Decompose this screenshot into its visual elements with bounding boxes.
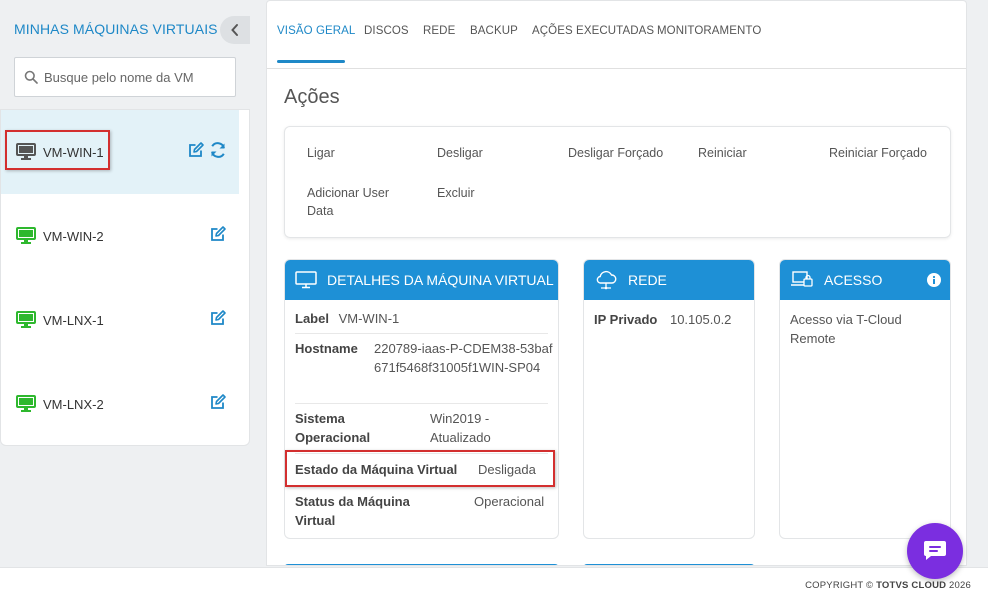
- monitor-icon: [16, 395, 36, 412]
- search-icon: [24, 70, 38, 84]
- detail-row-label: Label VM-WIN-1: [295, 300, 548, 334]
- monitor-icon: [16, 227, 36, 244]
- chat-button[interactable]: [907, 523, 963, 579]
- edit-icon[interactable]: [187, 141, 205, 159]
- detail-key: Status da Máquina Virtual: [295, 494, 410, 528]
- access-title: ACESSO: [824, 272, 883, 288]
- detail-row-state: Estado da Máquina Virtual Desligada: [295, 454, 548, 486]
- search-input[interactable]: [44, 69, 224, 85]
- action-excluir[interactable]: Excluir: [437, 184, 475, 202]
- actions-section-title: Ações: [284, 86, 340, 108]
- detail-row-hostname: Hostname 220789-iaas-P-CDEM38-53baf671f5…: [295, 334, 552, 404]
- info-icon[interactable]: [927, 273, 941, 287]
- vm-item-vm-lnx-2[interactable]: VM-LNX-2: [1, 362, 249, 446]
- detail-row-os: Sistema Operacional Win2019 - Atualizado: [295, 404, 548, 454]
- monitor-icon: [16, 143, 36, 160]
- copyright-text: COPYRIGHT © TOTVS CLOUD 2026: [805, 580, 971, 591]
- action-ligar[interactable]: Ligar: [307, 144, 335, 162]
- tab-acoes-executadas[interactable]: AÇÕES EXECUTADAS: [532, 25, 654, 37]
- vm-details-title: DETALHES DA MÁQUINA VIRTUAL: [327, 272, 554, 288]
- network-value: 10.105.0.2: [669, 312, 732, 327]
- next-panel-header-left: [284, 564, 559, 565]
- access-panel: ACESSO Acesso via T-Cloud Remote: [779, 259, 951, 539]
- vm-details-header: DETALHES DA MÁQUINA VIRTUAL: [285, 260, 558, 300]
- tab-discos[interactable]: DISCOS: [364, 25, 409, 37]
- detail-value: Operacional: [474, 494, 545, 509]
- detail-value: Win2019 - Atualizado: [430, 411, 491, 445]
- detail-value: Desligada: [478, 462, 536, 477]
- main-panel: VISÃO GERAL DISCOS REDE BACKUP AÇÕES EXE…: [266, 0, 967, 566]
- edit-icon[interactable]: [209, 225, 227, 243]
- detail-key: Hostname: [295, 341, 358, 356]
- tab-rede[interactable]: REDE: [423, 25, 455, 37]
- copyright-brand: TOTVS CLOUD: [876, 580, 947, 591]
- detail-key: Label: [295, 311, 329, 326]
- sidebar: MINHAS MÁQUINAS VIRTUAIS VM-WIN-1 VM-WIN…: [0, 0, 250, 566]
- cloud-network-icon: [596, 270, 617, 290]
- network-header: REDE: [584, 260, 754, 300]
- action-desligar-forcado[interactable]: Desligar Forçado: [568, 144, 663, 162]
- laptop-lock-icon: [791, 271, 813, 287]
- action-adicionar-user-data[interactable]: Adicionar User Data: [307, 184, 407, 220]
- copyright-prefix: COPYRIGHT ©: [805, 580, 877, 591]
- chat-icon: [924, 541, 946, 560]
- action-desligar[interactable]: Desligar: [437, 144, 483, 162]
- footer: COPYRIGHT © TOTVS CLOUD 2026: [0, 567, 988, 601]
- detail-key: Sistema Operacional: [295, 411, 371, 445]
- chevron-left-icon: [231, 24, 238, 36]
- vm-list: VM-WIN-1 VM-WIN-2 VM-LNX-1 VM-LNX-2: [0, 109, 250, 446]
- edit-icon[interactable]: [209, 393, 227, 411]
- network-row-ip: IP Privado 10.105.0.2: [594, 300, 744, 336]
- network-title: REDE: [628, 272, 667, 288]
- edit-icon[interactable]: [209, 309, 227, 327]
- access-text: Acesso via T-Cloud Remote: [790, 312, 902, 346]
- active-tab-indicator: [277, 60, 345, 63]
- monitor-icon: [295, 271, 317, 289]
- vm-label: VM-LNX-2: [43, 396, 104, 412]
- next-panel-header-right: [583, 564, 755, 565]
- action-reiniciar[interactable]: Reiniciar: [698, 144, 747, 162]
- monitor-icon: [16, 311, 36, 328]
- refresh-icon[interactable]: [209, 141, 227, 159]
- sidebar-title: MINHAS MÁQUINAS VIRTUAIS: [14, 21, 218, 37]
- collapse-sidebar-button[interactable]: [220, 16, 250, 44]
- tab-visao-geral[interactable]: VISÃO GERAL: [277, 25, 355, 37]
- tab-bar: VISÃO GERAL DISCOS REDE BACKUP AÇÕES EXE…: [267, 1, 966, 69]
- network-key: IP Privado: [594, 312, 658, 327]
- copyright-year: 2026: [946, 580, 971, 591]
- detail-key: Estado da Máquina Virtual: [295, 462, 458, 477]
- tab-monitoramento[interactable]: MONITORAMENTO: [657, 25, 761, 37]
- action-reiniciar-forcado[interactable]: Reiniciar Forçado: [829, 144, 927, 162]
- tab-backup[interactable]: BACKUP: [470, 25, 518, 37]
- vm-item-vm-win-1[interactable]: VM-WIN-1: [1, 110, 239, 194]
- vm-label: VM-WIN-2: [43, 228, 104, 244]
- vm-details-panel: DETALHES DA MÁQUINA VIRTUAL Label VM-WIN…: [284, 259, 559, 539]
- vm-item-vm-lnx-1[interactable]: VM-LNX-1: [1, 278, 249, 362]
- detail-row-status: Status da Máquina Virtual Operacional: [295, 486, 548, 534]
- detail-value: 220789-iaas-P-CDEM38-53baf671f5468f31005…: [374, 341, 553, 375]
- access-header: ACESSO: [780, 260, 950, 300]
- network-panel: REDE IP Privado 10.105.0.2: [583, 259, 755, 539]
- search-box: [14, 57, 236, 97]
- vm-label: VM-LNX-1: [43, 312, 104, 328]
- actions-box: Ligar Desligar Desligar Forçado Reinicia…: [284, 126, 951, 238]
- detail-value: VM-WIN-1: [338, 311, 400, 326]
- vm-item-vm-win-2[interactable]: VM-WIN-2: [1, 194, 249, 278]
- vm-label: VM-WIN-1: [43, 144, 104, 160]
